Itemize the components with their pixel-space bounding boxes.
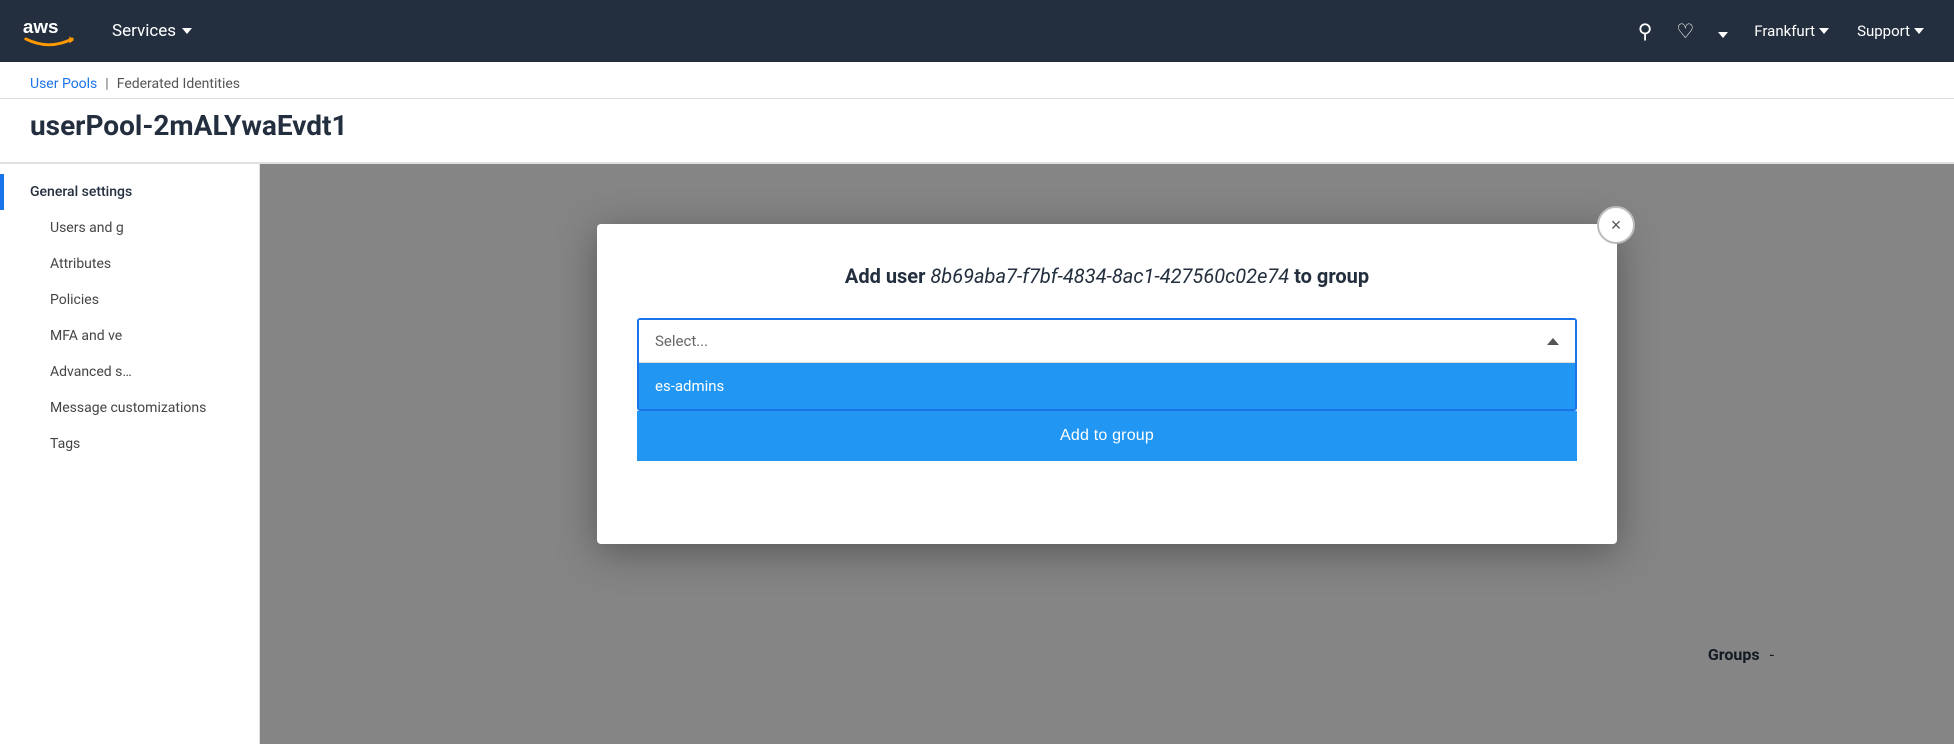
sidebar-label-general-settings: General settings — [30, 184, 132, 200]
support-label: Support — [1857, 22, 1910, 40]
select-chevron-up-icon — [1547, 338, 1559, 345]
breadcrumb-user-pools[interactable]: User Pools — [30, 76, 97, 92]
sidebar-label-users-groups: Users and g — [50, 220, 124, 236]
modal-title-prefix: Add user — [845, 264, 931, 288]
group-select-trigger[interactable]: Select... — [639, 320, 1575, 362]
sidebar-item-general-settings[interactable]: General settings — [0, 174, 259, 210]
modal-overlay: × Add user 8b69aba7-f7bf-4834-8ac1-42756… — [260, 164, 1954, 744]
nav-services-menu[interactable]: Services — [98, 21, 206, 41]
select-placeholder: Select... — [655, 332, 708, 350]
breadcrumb-separator: | — [105, 76, 108, 92]
sidebar-label-tags: Tags — [50, 436, 80, 452]
nav-right-group: ⚲ ♡ Frankfurt Support — [1630, 11, 1934, 51]
main-layout: General settings Users and g Attributes … — [0, 164, 1954, 744]
modal-title-suffix: to group — [1289, 264, 1369, 288]
modal-title: Add user 8b69aba7-f7bf-4834-8ac1-427560c… — [637, 264, 1577, 288]
support-chevron-icon — [1914, 28, 1924, 34]
breadcrumb-bar: User Pools | Federated Identities — [0, 62, 1954, 99]
svg-text:aws: aws — [23, 16, 59, 37]
main-content: Groups - × Add user 8b69aba7-f7bf-4834-8… — [260, 164, 1954, 744]
top-nav: aws Services ⚲ ♡ Frankfurt Support — [0, 0, 1954, 62]
page-title-bar: userPool-2mALYwaEvdt1 — [0, 99, 1954, 164]
user-chevron-icon — [1718, 32, 1728, 38]
sidebar-label-mfa: MFA and ve — [50, 328, 122, 344]
user-dropdown-icon[interactable] — [1710, 11, 1736, 51]
sidebar-label-attributes: Attributes — [50, 256, 111, 272]
aws-logo[interactable]: aws — [20, 11, 78, 51]
breadcrumb-federated-identities[interactable]: Federated Identities — [117, 76, 240, 92]
page-title: userPool-2mALYwaEvdt1 — [30, 109, 1924, 142]
sidebar-item-tags[interactable]: Tags — [0, 426, 259, 462]
add-user-to-group-modal: × Add user 8b69aba7-f7bf-4834-8ac1-42756… — [597, 224, 1617, 544]
group-select-container: Select... es-admins — [637, 318, 1577, 411]
sidebar-item-attributes[interactable]: Attributes — [0, 246, 259, 282]
page-background: User Pools | Federated Identities userPo… — [0, 62, 1954, 744]
sidebar-item-policies[interactable]: Policies — [0, 282, 259, 318]
sidebar-item-mfa[interactable]: MFA and ve — [0, 318, 259, 354]
sidebar-item-users-groups[interactable]: Users and g — [0, 210, 259, 246]
region-selector[interactable]: Frankfurt — [1744, 22, 1839, 40]
region-label: Frankfurt — [1754, 22, 1815, 40]
sidebar-item-message-customizations[interactable]: Message customizations — [0, 390, 259, 426]
sidebar-label-message-customizations: Message customizations — [50, 400, 206, 416]
services-label: Services — [112, 21, 176, 41]
sidebar: General settings Users and g Attributes … — [0, 164, 260, 744]
services-chevron-icon — [182, 28, 192, 34]
sidebar-label-policies: Policies — [50, 292, 99, 308]
sidebar-item-advanced[interactable]: Advanced s… — [0, 354, 259, 390]
bell-icon[interactable]: ♡ — [1668, 11, 1702, 51]
modal-close-button[interactable]: × — [1597, 206, 1635, 244]
support-menu[interactable]: Support — [1847, 22, 1934, 40]
breadcrumb: User Pools | Federated Identities — [30, 76, 1924, 92]
dropdown-option-es-admins[interactable]: es-admins — [639, 363, 1575, 409]
modal-title-userid: 8b69aba7-f7bf-4834-8ac1-427560c02e74 — [930, 264, 1289, 288]
search-icon[interactable]: ⚲ — [1630, 11, 1661, 51]
group-dropdown-list: es-admins — [639, 362, 1575, 409]
sidebar-label-advanced: Advanced s… — [50, 364, 132, 380]
region-chevron-icon — [1819, 28, 1829, 34]
add-to-group-button[interactable]: Add to group — [637, 411, 1577, 461]
